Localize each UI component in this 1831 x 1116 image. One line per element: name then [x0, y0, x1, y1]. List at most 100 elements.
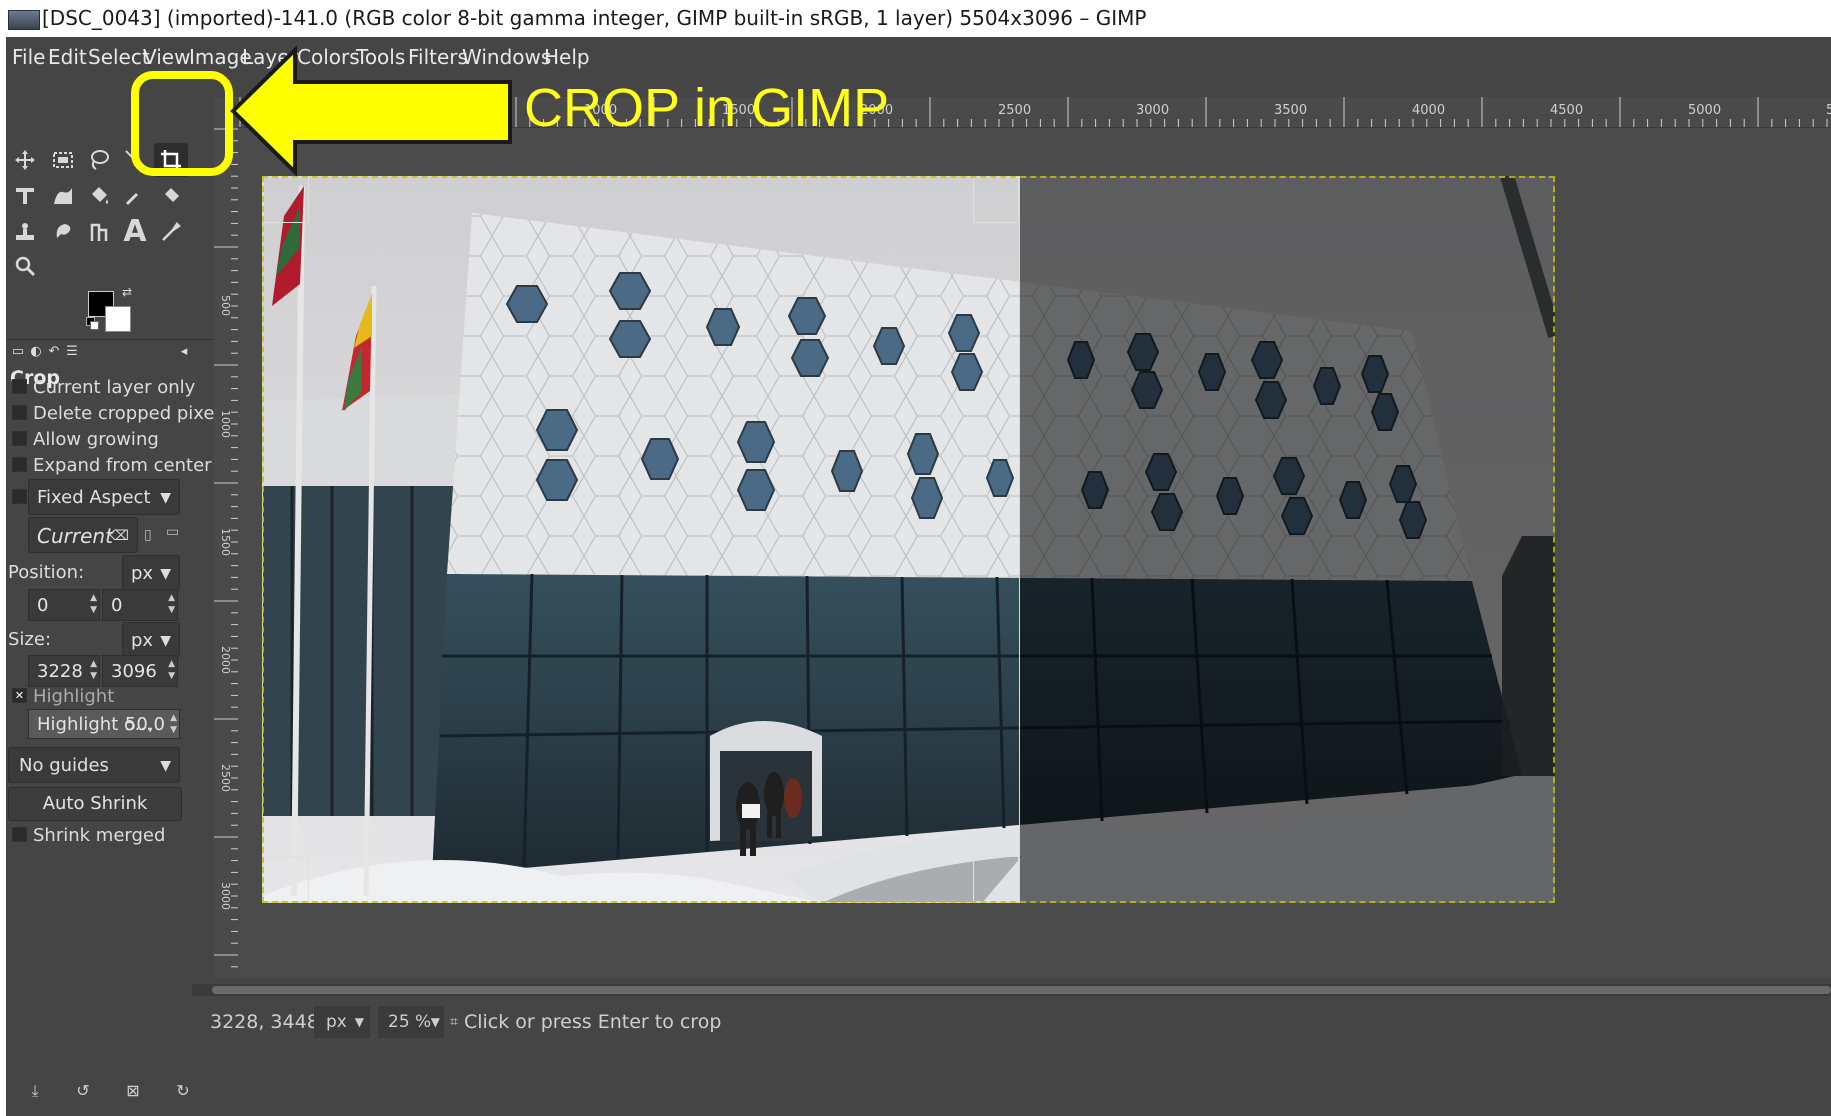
chevron-down-icon: ▼ [430, 1015, 440, 1029]
ruler-label-text: 500 [219, 295, 232, 316]
aspect-ratio-input[interactable]: Current ⌫ [28, 517, 138, 553]
allow-growing-label: Allow growing [33, 429, 159, 450]
gimp-window: File Edit Select View Image Layer Colors… [6, 37, 1831, 1116]
clone-icon[interactable] [8, 215, 42, 249]
unified-transform-icon[interactable] [8, 179, 42, 213]
title-bar: [DSC_0043] (imported)-141.0 (RGB color 8… [0, 0, 1831, 37]
size-height-value: 3096 [111, 661, 157, 682]
color-picker-icon[interactable] [154, 215, 188, 249]
status-bar: 3228, 3448 px ▼ 25 % ▼ ⌗ Click or press … [192, 1002, 1831, 1042]
image-canvas[interactable] [238, 128, 1831, 978]
delete-preset-icon[interactable]: ⊠ [122, 1080, 144, 1102]
size-label: Size: [8, 629, 52, 650]
checkbox-box [12, 405, 27, 420]
aspect-ratio-value: Current [37, 524, 113, 548]
restore-preset-icon[interactable]: ↺ [72, 1080, 94, 1102]
size-unit-dropdown[interactable]: px ▼ [122, 622, 180, 658]
expand-from-center-checkbox[interactable]: Expand from center [12, 455, 212, 477]
crop-handle-bottom-left[interactable] [263, 856, 309, 902]
fixed-mode-dropdown[interactable]: Fixed Aspect r... ▼ [28, 479, 180, 544]
crop-handle-top-left[interactable] [263, 177, 309, 223]
chevron-down-icon: ▼ [160, 566, 171, 582]
tool-options-tab-icon[interactable]: ▭ [10, 344, 26, 360]
annotation-arrow [230, 46, 512, 176]
device-status-tab-icon[interactable]: ◐ [28, 344, 44, 360]
position-unit-value: px [131, 563, 154, 584]
size-height-input[interactable]: 3096 ▲ ▼ [102, 655, 178, 687]
status-message: ⌗ Click or press Enter to crop [450, 1002, 721, 1042]
checkbox-box [12, 457, 27, 472]
crop-handle-top-right[interactable] [973, 177, 1019, 223]
zoom-dropdown[interactable]: 25 % ▼ [378, 1006, 444, 1038]
highlight-checkbox[interactable]: ✕ Highlight [12, 686, 114, 708]
stepper-arrows-icon[interactable]: ▲ ▼ [170, 712, 177, 736]
gimp-app-icon [8, 10, 40, 30]
default-colors-icon[interactable] [86, 317, 99, 330]
shrink-merged-checkbox[interactable]: Shrink merged [12, 825, 165, 847]
unit-dropdown[interactable]: px ▼ [314, 1006, 370, 1038]
background-color-swatch[interactable] [105, 306, 131, 332]
auto-shrink-button[interactable]: Auto Shrink [8, 787, 182, 821]
size-unit-value: px [131, 630, 154, 651]
expand-from-center-label: Expand from center [33, 455, 212, 476]
stepper-arrows-icon[interactable]: ▲ ▼ [90, 592, 97, 616]
position-x-input[interactable]: 0 ▲ ▼ [28, 589, 100, 621]
menu-file[interactable]: File [12, 37, 45, 77]
dock-menu-icon[interactable]: ◂ [176, 344, 192, 360]
move-icon[interactable] [8, 143, 42, 177]
ruler-label-text: 2500 [219, 764, 232, 792]
size-width-input[interactable]: 3228 ▲ ▼ [28, 655, 100, 687]
text-icon[interactable]: A [118, 215, 152, 249]
current-layer-only-checkbox[interactable]: Current layer only [12, 377, 195, 399]
chevron-down-icon: ▼ [160, 490, 171, 506]
highlight-opacity-slider[interactable]: Highlight o... 50,0 ▲ ▼ [28, 709, 180, 739]
rect-select-icon[interactable] [46, 143, 80, 177]
menu-edit[interactable]: Edit [48, 37, 87, 77]
lasso-icon[interactable] [82, 143, 116, 177]
scrollbar-thumb[interactable] [212, 986, 1831, 994]
highlight-label: Highlight [33, 686, 115, 707]
images-tab-icon[interactable]: ☰ [64, 344, 80, 360]
ruler-label-text: 1500 [219, 528, 232, 556]
size-width-value: 3228 [37, 661, 83, 682]
vertical-ruler[interactable]: 500 1000 1500 2000 2500 3000 [214, 127, 239, 977]
chevron-down-icon: ▼ [160, 633, 171, 649]
clear-icon[interactable]: ⌫ [109, 518, 129, 554]
position-label: Position: [8, 562, 85, 583]
save-preset-icon[interactable]: ⤓ [24, 1080, 46, 1102]
menu-select[interactable]: Select [88, 37, 150, 77]
undo-history-tab-icon[interactable]: ↶ [46, 344, 62, 360]
bucket-fill-icon[interactable] [82, 179, 116, 213]
portrait-icon[interactable]: ▯ [144, 527, 152, 543]
unit-value: px [326, 1012, 347, 1032]
pointer-coordinates: 3228, 3448 [210, 1011, 319, 1033]
checkbox-box [12, 431, 27, 446]
allow-growing-checkbox[interactable]: Allow growing [12, 429, 159, 451]
ruler-label-text: 1000 [219, 410, 232, 438]
swap-colors-icon[interactable]: ⇄ [122, 285, 132, 299]
ruler-label-text: 2000 [219, 646, 232, 674]
checkbox-box [12, 489, 27, 504]
paintbrush-icon[interactable] [118, 179, 152, 213]
crop-handle-bottom-right[interactable] [973, 856, 1019, 902]
position-unit-dropdown[interactable]: px ▼ [122, 555, 180, 591]
chevron-down-icon: ▼ [160, 758, 171, 774]
ruler-label: 1500 [219, 528, 232, 558]
zoom-icon[interactable] [8, 249, 42, 283]
stepper-arrows-icon[interactable]: ▲ ▼ [90, 658, 97, 682]
menu-help[interactable]: Help [544, 37, 590, 77]
delete-cropped-pixels-checkbox[interactable]: Delete cropped pixels [12, 403, 229, 425]
paths-icon[interactable] [82, 215, 116, 249]
guides-dropdown[interactable]: No guides ▼ [8, 747, 180, 783]
warp-transform-icon[interactable] [46, 179, 80, 213]
position-y-input[interactable]: 0 ▲ ▼ [102, 589, 178, 621]
landscape-icon[interactable]: ▭ [166, 524, 179, 540]
stepper-arrows-icon[interactable]: ▲ ▼ [168, 658, 175, 682]
reset-icon[interactable]: ↻ [172, 1080, 194, 1102]
eraser-icon[interactable] [154, 179, 188, 213]
stepper-arrows-icon[interactable]: ▲ ▼ [168, 592, 175, 616]
smudge-icon[interactable] [46, 215, 80, 249]
highlight-opacity-value: 50,0 [124, 714, 165, 735]
ruler-label: 500 [219, 295, 232, 318]
crop-rectangle[interactable] [262, 176, 1020, 903]
